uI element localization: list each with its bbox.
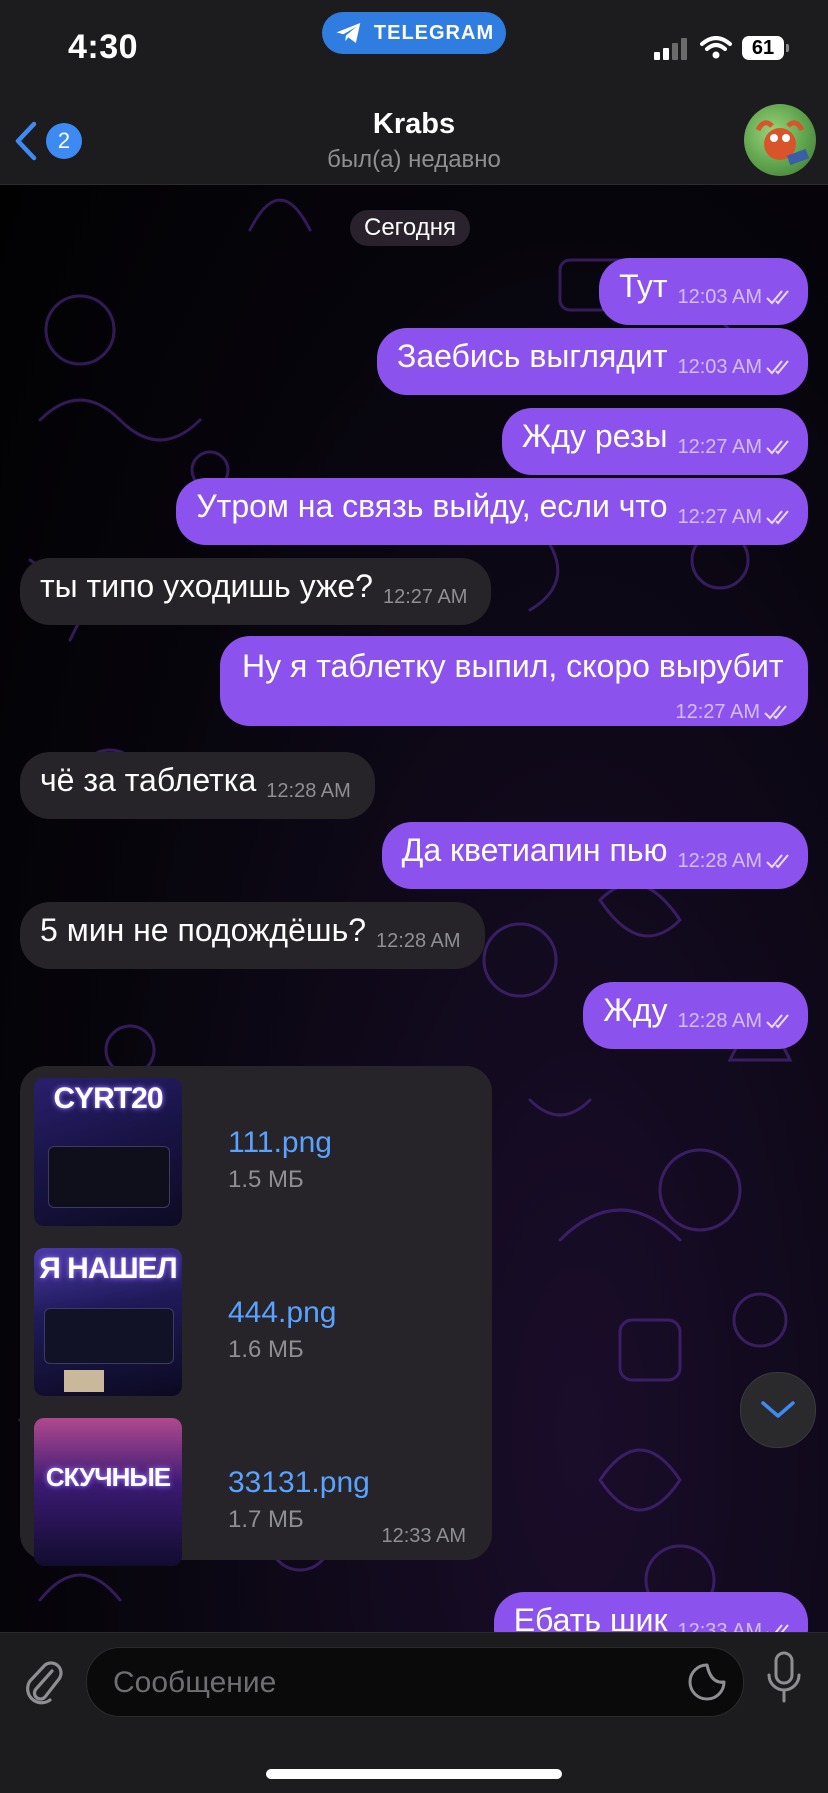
microphone-icon[interactable] [766,1651,802,1707]
home-indicator [266,1769,562,1779]
message-text: ты типо уходишь уже? [40,568,373,604]
avatar-image [755,120,810,166]
message-list[interactable]: Сегодня Тут 12:03 AM Заебись выглядит 12:0… [0,184,828,1632]
status-bar: 4:30 TELEGRAM 61 [0,0,828,96]
message-incoming[interactable]: чё за таблетка 12:28 AM [20,752,375,819]
status-time: 4:30 [68,28,139,66]
message-text: 5 мин не подождёшь? [40,912,367,948]
thumbnail-photo [64,1370,104,1392]
composer-bar [0,1632,828,1793]
file-thumbnail[interactable]: Я НАШЕЛ [34,1248,182,1396]
message-text: Да кветиапин пью [401,832,668,868]
chevron-down-icon [761,1401,795,1418]
double-check-icon [764,705,787,720]
double-check-icon [766,360,789,375]
scroll-down-button[interactable] [740,1372,816,1448]
message-time: 12:03 AM [677,286,762,308]
message-text: Жду [603,992,668,1028]
message-incoming[interactable]: ты типо уходишь уже? 12:27 AM [20,558,492,625]
message-time: 12:28 AM [376,930,461,952]
message-outgoing[interactable]: Жду 12:28 AM [583,982,808,1049]
message-time: 12:28 AM [266,780,351,802]
message-text: Ебать шик [513,1602,668,1632]
file-size: 1.7 МБ [228,1506,304,1533]
thumbnail-caption: CYRT20 [53,1082,163,1115]
telegram-pill-label: TELEGRAM [373,21,495,44]
message-incoming[interactable]: 5 мин не подождёшь? 12:28 AM [20,902,485,969]
file-name[interactable]: 111.png [228,1126,332,1160]
message-text: Тут [619,268,668,304]
chat-header: 2 Krabs был(а) недавно [0,96,828,185]
wifi-icon [700,36,732,59]
message-outgoing[interactable]: Тут 12:03 AM [599,258,808,325]
message-text: чё за таблетка [40,762,257,798]
chat-status: был(а) недавно [327,146,501,173]
file-album: CYRT20 111.png 1.5 МБ Я НАШЕЛ 444.png 1.… [20,1066,492,1566]
double-check-icon [766,510,789,525]
thumbnail-panel [44,1308,174,1364]
message-time: 12:27 AM [675,701,760,723]
signal-icon [654,38,687,60]
message-text: Заебись выглядит [396,338,668,374]
file-name[interactable]: 33131.png [228,1466,370,1500]
double-check-icon [766,290,789,305]
telegram-pill[interactable]: TELEGRAM [322,12,506,54]
message-time: 12:27 AM [382,586,468,608]
message-text: Ну я таблетку выпил, скоро вырубит [242,648,784,684]
battery-indicator: 61 [742,36,789,60]
thumbnail-caption: СКУЧНЫЕ [45,1462,171,1492]
message-time: 12:27 AM [677,506,762,528]
message-outgoing[interactable]: Заебись выглядит 12:03 AM [376,328,808,395]
message-text: Утром на связь выйду, если что [196,488,668,524]
file-name[interactable]: 444.png [228,1296,336,1330]
telegram-plane-icon [336,23,361,43]
message-text: Жду резы [521,418,668,454]
message-time: 12:28 AM [677,1010,762,1032]
thumbnail-panel [48,1146,170,1208]
thumbnail-caption: Я НАШЕЛ [39,1252,177,1285]
double-check-icon [767,1624,789,1632]
message-field[interactable] [86,1647,744,1717]
message-time: 12:33 AM [677,1620,762,1632]
sticker-icon[interactable] [687,1662,727,1702]
message-outgoing[interactable]: Ебать шик 12:33 AM [493,1592,808,1632]
file-attachment[interactable]: Я НАШЕЛ 444.png 1.6 МБ [34,1248,474,1396]
file-size: 1.6 МБ [228,1336,304,1363]
chat-title[interactable]: Krabs [0,108,828,141]
file-thumbnail[interactable]: CYRT20 [34,1078,182,1226]
message-time: 12:33 AM [381,1525,466,1547]
paperclip-icon[interactable] [22,1657,64,1705]
date-separator: Сегодня [350,210,470,246]
message-time: 12:28 AM [677,850,762,872]
avatar[interactable] [744,104,816,176]
file-attachment[interactable]: CYRT20 111.png 1.5 МБ [34,1078,474,1226]
file-size: 1.5 МБ [228,1166,304,1193]
message-outgoing[interactable]: Да кветиапин пью 12:28 AM [381,822,808,889]
double-check-icon [766,1014,789,1029]
double-check-icon [766,440,789,455]
double-check-icon [766,854,789,869]
message-input[interactable] [111,1658,675,1708]
message-outgoing[interactable]: Жду резы 12:27 AM [501,408,808,475]
message-outgoing[interactable]: Утром на связь выйду, если что 12:27 AM [176,478,808,545]
message-time: 12:03 AM [677,356,762,378]
message-time: 12:27 AM [677,436,762,458]
file-thumbnail[interactable]: СКУЧНЫЕ [34,1418,182,1566]
message-outgoing[interactable]: Ну я таблетку выпил, скоро вырубит 12:27… [220,636,808,726]
